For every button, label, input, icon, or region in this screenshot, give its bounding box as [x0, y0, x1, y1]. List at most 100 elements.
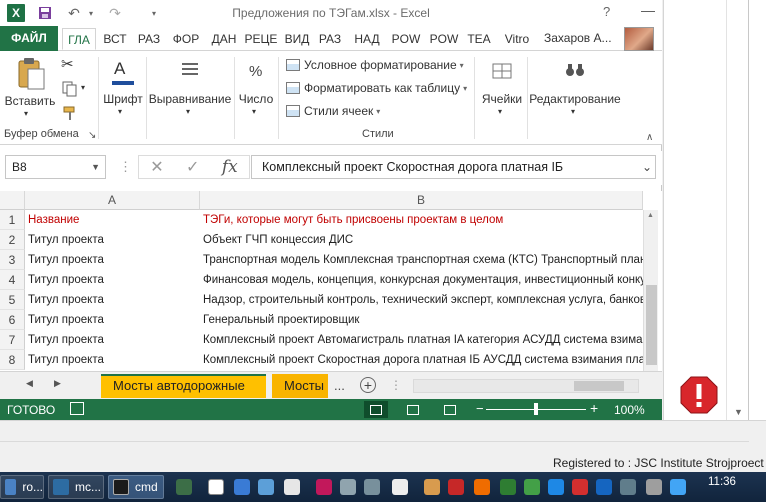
cell-a7[interactable]: Титул проекта	[25, 330, 200, 350]
tray-icon[interactable]	[284, 479, 300, 495]
zoom-in-button[interactable]: +	[590, 400, 598, 416]
cells-group-button[interactable]: Ячейки ▾	[478, 57, 526, 123]
minimize-button[interactable]: —	[637, 2, 659, 20]
cancel-icon[interactable]: ✕	[150, 157, 163, 177]
row-header[interactable]: 6	[0, 310, 25, 330]
tray-icon[interactable]	[474, 479, 490, 495]
zoom-slider-knob[interactable]	[534, 403, 538, 415]
page-layout-view-button[interactable]	[401, 401, 425, 418]
formula-bar-grip-icon[interactable]: ⋮	[119, 159, 132, 175]
horizontal-scrollbar[interactable]	[413, 379, 639, 393]
tray-icon[interactable]	[646, 479, 662, 495]
tray-icon[interactable]	[448, 479, 464, 495]
avatar[interactable]	[624, 27, 654, 51]
cut-icon[interactable]: ✂	[61, 55, 74, 73]
cell-a5[interactable]: Титул проекта	[25, 290, 200, 310]
tab-insert[interactable]: ВСТ	[99, 28, 131, 50]
cell-b1[interactable]: ТЭГи, которые могут быть присвоены проек…	[200, 210, 643, 230]
cell-a8[interactable]: Титул проекта	[25, 350, 200, 370]
sheet-next-icon[interactable]: ▶	[54, 378, 61, 389]
tray-icon[interactable]	[208, 479, 224, 495]
alignment-group-button[interactable]: Выравнивание ▾	[148, 57, 232, 123]
alert-icon[interactable]	[680, 376, 718, 414]
horizontal-scrollbar-outer[interactable]	[0, 441, 749, 451]
tab-formulas[interactable]: ФОР	[168, 28, 204, 50]
cell-b3[interactable]: Транспортная модель Комплексная транспор…	[200, 250, 643, 270]
font-group-button[interactable]: A Шрифт ▾	[102, 57, 144, 123]
tab-vitro[interactable]: Vitro	[500, 28, 534, 50]
page-break-view-button[interactable]	[438, 401, 462, 418]
tab-powerpivot[interactable]: POW	[389, 28, 423, 50]
tray-icon[interactable]	[364, 479, 380, 495]
formula-input[interactable]: Комплексный проект Скоростная дорога пла…	[251, 155, 656, 179]
tray-icon[interactable]	[424, 479, 440, 495]
expand-formula-bar-icon[interactable]: ⌄	[642, 156, 652, 178]
copy-icon[interactable]	[62, 81, 78, 97]
tray-icon[interactable]	[234, 479, 250, 495]
tray-icon[interactable]	[392, 479, 408, 495]
taskbar-item-mc[interactable]: mc...	[48, 475, 104, 499]
cell-a6[interactable]: Титул проекта	[25, 310, 200, 330]
row-header[interactable]: 1	[0, 210, 25, 230]
tab-split-grip-icon[interactable]: ⋮	[390, 378, 402, 392]
tray-icon[interactable]	[620, 479, 636, 495]
tray-icon[interactable]	[596, 479, 612, 495]
taskbar-item-cmd[interactable]: cmd	[108, 475, 164, 499]
clipboard-launcher-icon[interactable]: ↘	[88, 130, 96, 141]
zoom-out-button[interactable]: −	[476, 401, 484, 416]
column-header-a[interactable]: A	[25, 191, 200, 210]
row-header[interactable]: 8	[0, 350, 25, 370]
format-painter-icon[interactable]	[62, 105, 78, 121]
row-header[interactable]: 4	[0, 270, 25, 290]
macro-recording-icon[interactable]	[70, 402, 84, 415]
tab-data[interactable]: ДАН	[207, 28, 241, 50]
tab-layout[interactable]: РАЗ	[134, 28, 164, 50]
name-box-dropdown-icon[interactable]: ▼	[91, 156, 100, 178]
cell-a1[interactable]: Название	[25, 210, 200, 230]
taskbar-item-ro[interactable]: ro...	[0, 475, 44, 499]
column-header-b[interactable]: B	[200, 191, 643, 210]
collapse-ribbon-icon[interactable]: ∧	[646, 132, 653, 143]
number-group-button[interactable]: % Число ▾	[236, 57, 276, 123]
sheet-prev-icon[interactable]: ◀	[26, 378, 33, 389]
help-icon[interactable]: ?	[603, 4, 610, 19]
name-box[interactable]: B8 ▼	[5, 155, 106, 179]
normal-view-button[interactable]	[364, 401, 388, 418]
cell-b7[interactable]: Комплексный проект Автомагистраль платна…	[200, 330, 643, 350]
scroll-down-icon[interactable]: ▼	[734, 407, 743, 417]
tray-icon[interactable]	[258, 479, 274, 495]
tray-icon[interactable]	[670, 479, 686, 495]
hscroll-thumb[interactable]	[574, 381, 624, 391]
row-header[interactable]: 5	[0, 290, 25, 310]
cell-styles-button[interactable]: Стили ячеек ▾	[286, 101, 380, 121]
tab-home[interactable]: ГЛА	[62, 28, 96, 50]
tab-addins[interactable]: НАД	[350, 28, 384, 50]
row-header[interactable]: 3	[0, 250, 25, 270]
zoom-level[interactable]: 100%	[614, 403, 645, 417]
enter-icon[interactable]: ✓	[186, 157, 199, 177]
format-as-table-button[interactable]: Форматировать как таблицу ▾	[286, 78, 467, 98]
conditional-formatting-button[interactable]: Условное форматирование ▾	[286, 55, 464, 75]
tray-icon[interactable]	[524, 479, 540, 495]
tray-icon[interactable]	[340, 479, 356, 495]
cell-b6[interactable]: Генеральный проектировщик	[200, 310, 643, 330]
cell-b4[interactable]: Финансовая модель, концепция, конкурсная…	[200, 270, 643, 290]
scroll-thumb[interactable]	[646, 285, 657, 365]
insert-function-icon[interactable]: fx	[222, 157, 238, 177]
tray-icon[interactable]	[572, 479, 588, 495]
row-header[interactable]: 2	[0, 230, 25, 250]
new-sheet-button[interactable]: +	[360, 377, 376, 393]
copy-dropdown-icon[interactable]: ▾	[81, 83, 85, 92]
cell-a3[interactable]: Титул проекта	[25, 250, 200, 270]
user-name[interactable]: Захаров А...	[544, 31, 612, 45]
tab-view[interactable]: ВИД	[282, 28, 312, 50]
scroll-up-icon[interactable]: ▲	[647, 212, 654, 219]
sheet-tab-bridges-road[interactable]: Мосты автодорожные	[101, 374, 266, 398]
tab-review[interactable]: РЕЦЕ	[243, 28, 279, 50]
sheet-tab-bridges[interactable]: Мосты	[272, 374, 328, 398]
tray-icon[interactable]	[316, 479, 332, 495]
cell-a2[interactable]: Титул проекта	[25, 230, 200, 250]
tab-team[interactable]: TEA	[464, 28, 494, 50]
tab-developer[interactable]: РАЗ	[315, 28, 345, 50]
cell-b2[interactable]: Объект ГЧП концессия ДИС	[200, 230, 643, 250]
